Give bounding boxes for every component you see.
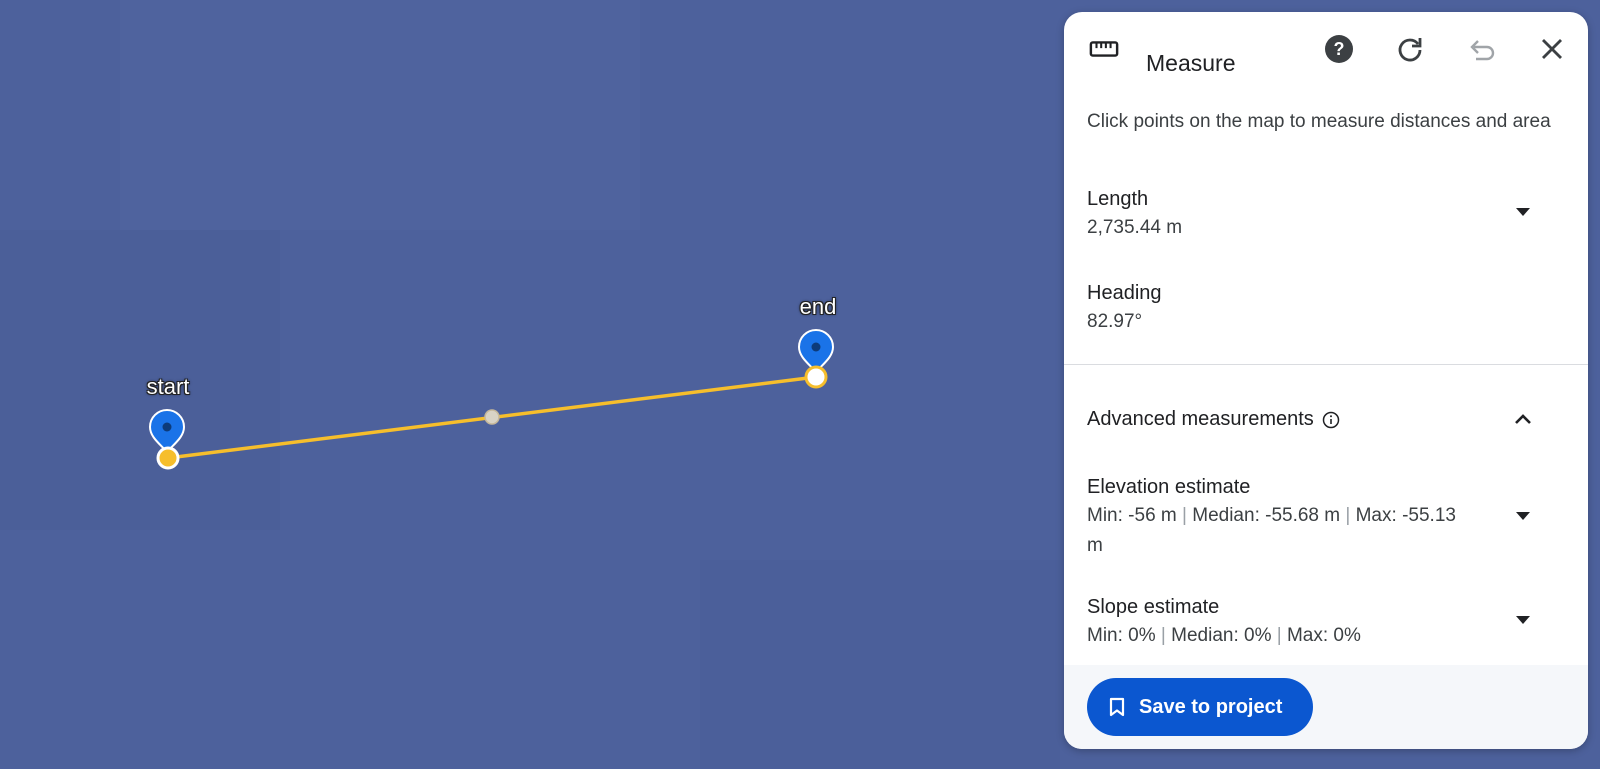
save-to-project-button[interactable]: Save to project bbox=[1087, 678, 1313, 736]
refresh-icon[interactable] bbox=[1395, 34, 1425, 64]
measure-panel: Measure ? Click points on the map to mea… bbox=[1064, 12, 1588, 749]
save-to-project-label: Save to project bbox=[1139, 695, 1283, 718]
info-icon[interactable] bbox=[1322, 411, 1340, 429]
section-divider bbox=[1064, 364, 1588, 365]
length-label: Length bbox=[1087, 188, 1149, 210]
panel-header: Measure ? bbox=[1064, 12, 1588, 92]
bookmark-icon bbox=[1109, 697, 1125, 717]
heading-value: 82.97° bbox=[1087, 311, 1143, 332]
advanced-measurements-label[interactable]: Advanced measurements bbox=[1087, 408, 1340, 431]
length-value: 2,735.44 m bbox=[1087, 217, 1183, 238]
end-label: end bbox=[799, 294, 837, 319]
separator: | bbox=[1276, 625, 1282, 646]
separator: | bbox=[1345, 505, 1351, 526]
undo-icon[interactable] bbox=[1466, 34, 1496, 64]
elevation-value: Min: -56 m | Median: -55.68 m | Max: -55… bbox=[1087, 501, 1457, 561]
heading-label: Heading bbox=[1087, 282, 1162, 304]
start-vertex[interactable] bbox=[156, 446, 180, 470]
svg-text:?: ? bbox=[1334, 39, 1345, 59]
slope-max: Max: 0% bbox=[1286, 625, 1361, 646]
elevation-expand-chevron-down-icon[interactable] bbox=[1508, 501, 1538, 531]
elevation-label: Elevation estimate bbox=[1087, 476, 1251, 498]
advanced-measurements-text: Advanced measurements bbox=[1087, 408, 1314, 430]
separator: | bbox=[1160, 625, 1166, 646]
ruler-icon bbox=[1089, 34, 1119, 64]
advanced-collapse-chevron-up-icon[interactable] bbox=[1508, 404, 1538, 434]
slope-median: Median: 0% bbox=[1171, 625, 1272, 646]
slope-label: Slope estimate bbox=[1087, 596, 1220, 618]
elevation-median: Median: -55.68 m bbox=[1192, 505, 1341, 526]
panel-title: Measure bbox=[1146, 50, 1236, 76]
elevation-max-label: Max: bbox=[1355, 505, 1397, 526]
elevation-min: Min: -56 m bbox=[1087, 505, 1177, 526]
length-expand-chevron-down-icon[interactable] bbox=[1508, 197, 1538, 227]
end-vertex[interactable] bbox=[804, 365, 828, 389]
start-label: start bbox=[146, 374, 190, 399]
panel-footer: Save to project bbox=[1064, 665, 1588, 749]
close-icon[interactable] bbox=[1537, 34, 1567, 64]
panel-description: Click points on the map to measure dista… bbox=[1087, 111, 1551, 132]
slope-expand-chevron-down-icon[interactable] bbox=[1508, 605, 1538, 635]
midpoint-handle[interactable] bbox=[484, 409, 500, 425]
slope-value: Min: 0% | Median: 0% | Max: 0% bbox=[1087, 621, 1361, 651]
separator: | bbox=[1182, 505, 1187, 526]
help-icon[interactable]: ? bbox=[1324, 34, 1354, 64]
slope-min: Min: 0% bbox=[1087, 625, 1156, 646]
